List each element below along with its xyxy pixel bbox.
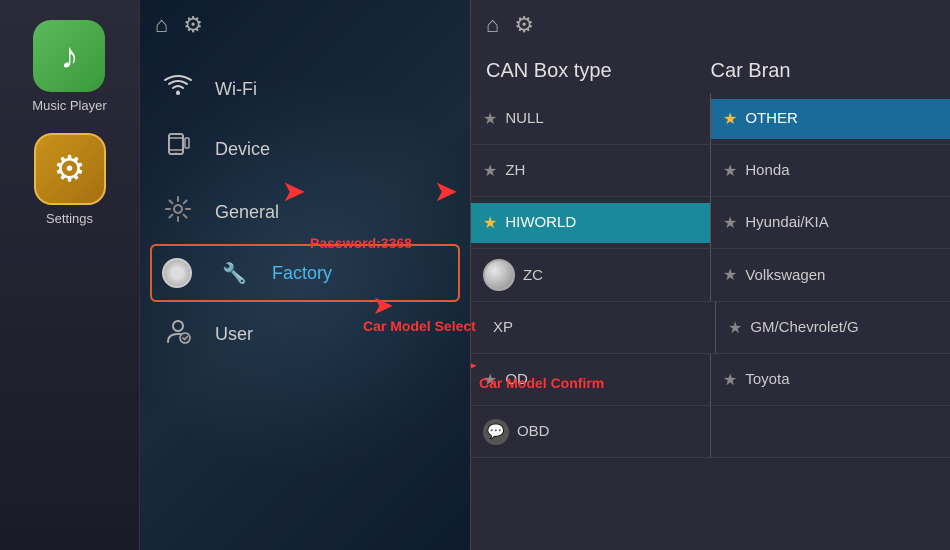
menu-item-user[interactable]: User [140, 302, 470, 366]
can-cell-zh[interactable]: ★ ZH [471, 151, 710, 191]
star-gold-icon: ★ [483, 213, 497, 233]
arrow-carmodel: ➤ [372, 290, 394, 321]
device-label: Device [215, 139, 270, 160]
menu-item-wifi[interactable]: Wi-Fi [140, 60, 470, 118]
can-cell-other[interactable]: ★ OTHER [711, 99, 950, 139]
can-headers: CAN Box type Car Bran [471, 50, 950, 93]
car-brand-header: Car Bran [711, 60, 936, 83]
factory-label: Factory [272, 263, 332, 284]
can-zc-text: ZC [523, 267, 543, 284]
can-cell-empty [711, 422, 950, 442]
factory-toggle[interactable] [162, 258, 192, 288]
general-icon [160, 194, 195, 230]
general-label: General [215, 202, 279, 223]
can-cell-null[interactable]: ★ NULL [471, 99, 710, 139]
can-cell-volkswagen[interactable]: ★ Volkswagen [711, 255, 950, 295]
can-other-text: OTHER [745, 110, 798, 127]
music-player-icon: ♪ [33, 20, 105, 92]
star-icon: ★ [728, 318, 742, 338]
settings-icon: ⚙ [34, 133, 106, 205]
table-row: ★ ZH ★ Honda [471, 145, 950, 197]
star-icon: ★ [723, 161, 737, 181]
star-icon: ★ [483, 161, 497, 181]
can-hyundai-text: Hyundai/KIA [745, 214, 828, 231]
can-cell-od[interactable]: ★ OD [471, 360, 710, 400]
can-cell-toyota[interactable]: ★ Toyota [711, 360, 950, 400]
table-row: 💬 OBD [471, 406, 950, 458]
can-cell-obd[interactable]: 💬 OBD [471, 409, 710, 455]
settings-topbar: ⌂ ⚙ [140, 0, 470, 50]
table-row: XP ★ GM/Chevrolet/G [471, 302, 950, 354]
can-cell-honda[interactable]: ★ Honda [711, 151, 950, 191]
can-topbar: ⌂ ⚙ [471, 0, 950, 50]
sidebar-app-music[interactable]: ♪ Music Player [32, 20, 106, 113]
music-player-label: Music Player [32, 98, 106, 113]
can-cell-gm[interactable]: ★ GM/Chevrolet/G [716, 308, 950, 348]
user-label: User [215, 324, 253, 345]
arrow-confirm: ➤ [471, 350, 478, 381]
star-icon: ★ [723, 213, 737, 233]
can-list: ★ NULL ★ OTHER ★ ZH ★ Honda ★ [471, 93, 950, 458]
menu-item-factory[interactable]: 🔧 Factory [150, 244, 460, 302]
menu-item-device[interactable]: Device [140, 118, 470, 180]
sidebar-app-settings[interactable]: ⚙ Settings [34, 133, 106, 226]
table-row: ★ OD ★ Toyota [471, 354, 950, 406]
settings-label: Settings [46, 211, 93, 226]
menu-item-general[interactable]: General [140, 180, 470, 244]
factory-icon: 🔧 [217, 261, 252, 286]
can-honda-text: Honda [745, 162, 789, 179]
star-gold-icon: ★ [723, 109, 737, 129]
can-hiworld-text: HIWORLD [505, 214, 576, 231]
can-cell-hiworld[interactable]: ★ HIWORLD [471, 203, 710, 243]
settings-panel: ⌂ ⚙ Wi-Fi [140, 0, 470, 550]
can-gear-icon[interactable]: ⚙ [514, 12, 534, 38]
can-volkswagen-text: Volkswagen [745, 267, 825, 284]
settings-home-icon[interactable]: ⌂ [155, 12, 168, 38]
zc-toggle-slider[interactable] [483, 259, 515, 291]
star-icon: ★ [723, 370, 737, 390]
wifi-icon [160, 74, 195, 104]
device-icon [160, 132, 195, 166]
can-gm-text: GM/Chevrolet/G [750, 319, 858, 336]
can-cell-xp[interactable]: XP [471, 309, 715, 346]
can-zh-text: ZH [505, 162, 525, 179]
can-null-text: NULL [505, 110, 543, 127]
star-icon: ★ [483, 370, 497, 390]
user-icon [160, 316, 195, 352]
table-row: ZC ★ Volkswagen [471, 249, 950, 302]
table-row: ★ NULL ★ OTHER [471, 93, 950, 145]
sidebar: ♪ Music Player ⚙ Settings [0, 0, 140, 550]
can-home-icon[interactable]: ⌂ [486, 12, 499, 38]
star-icon: ★ [723, 265, 737, 285]
can-xp-text: XP [493, 319, 513, 336]
settings-menu: Wi-Fi Device Ge [140, 50, 470, 550]
can-od-text: OD [505, 371, 528, 388]
can-toyota-text: Toyota [745, 371, 789, 388]
table-row: ★ HIWORLD ★ Hyundai/KIA [471, 197, 950, 249]
can-cell-zc[interactable]: ZC [471, 249, 710, 301]
wifi-label: Wi-Fi [215, 79, 257, 100]
obd-icon: 💬 [483, 419, 509, 445]
can-cell-hyundai[interactable]: ★ Hyundai/KIA [711, 203, 950, 243]
settings-gear-icon[interactable]: ⚙ [183, 12, 203, 38]
can-panel: ⌂ ⚙ CAN Box type Car Bran ★ NULL ★ OTHER… [471, 0, 950, 550]
star-icon: ★ [483, 109, 497, 129]
can-box-type-header: CAN Box type [486, 60, 711, 83]
can-obd-text: OBD [517, 423, 550, 440]
